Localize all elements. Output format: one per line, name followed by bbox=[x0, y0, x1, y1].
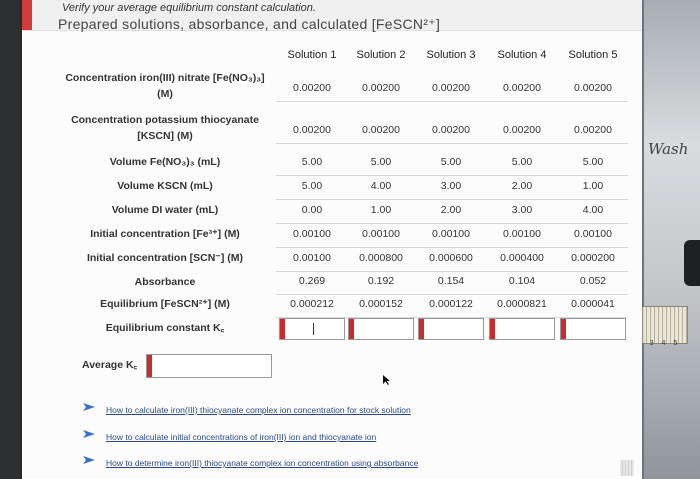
help-link-absorbance[interactable]: How to determine iron(III) thiocyanate c… bbox=[106, 458, 418, 468]
table-cell: 0.00200 bbox=[574, 82, 612, 94]
row-label: Initial concentration [SCN⁻] (M) bbox=[86, 252, 244, 264]
table-cell: 0.00200 bbox=[574, 124, 612, 136]
expand-arrow-icon[interactable] bbox=[82, 402, 96, 412]
table-cell: 0.052 bbox=[579, 275, 607, 287]
table-cell: 0.00100 bbox=[574, 228, 612, 240]
row-label: Concentration iron(III) nitrate [Fe(NO₃)… bbox=[65, 72, 265, 100]
row-divider bbox=[276, 223, 628, 224]
required-flag bbox=[419, 319, 424, 339]
table-cell: 0.000600 bbox=[429, 252, 473, 264]
row-label: Concentration potassium thiocyanate [KSC… bbox=[71, 114, 259, 142]
table-cell: 4.00 bbox=[582, 204, 604, 216]
expand-arrow-icon[interactable] bbox=[82, 429, 96, 439]
table-cell: 5.00 bbox=[301, 156, 323, 168]
assignment-screen: Verify your average equilibrium constant… bbox=[22, 0, 642, 479]
table-cell: 0.269 bbox=[298, 275, 326, 287]
row-divider bbox=[276, 175, 628, 176]
table-cell: 5.00 bbox=[582, 156, 604, 168]
row-label: Equilibrium [FeSCN²⁺] (M) bbox=[100, 298, 230, 310]
help-link-initial-concentrations[interactable]: How to calculate initial concentrations … bbox=[106, 432, 376, 442]
table-cell: 5.00 bbox=[301, 180, 323, 192]
row-divider bbox=[276, 294, 628, 295]
table-cell: 0.00200 bbox=[362, 82, 400, 94]
table-cell: 5.00 bbox=[511, 156, 533, 168]
mouse-cursor-icon bbox=[383, 375, 390, 385]
row-label: Volume KSCN (mL) bbox=[117, 180, 213, 192]
lab-device bbox=[684, 240, 700, 286]
table-cell: 0.00200 bbox=[503, 124, 541, 136]
table-cell: 1.00 bbox=[370, 204, 392, 216]
column-header: Solution 4 bbox=[497, 49, 547, 61]
required-flag bbox=[561, 319, 566, 339]
table-cell: 0.00200 bbox=[362, 124, 400, 136]
average-kc-input[interactable] bbox=[146, 354, 272, 378]
average-kc-label: Average K꜀ bbox=[82, 359, 138, 371]
column-header: Solution 1 bbox=[287, 49, 337, 61]
table-cell: 0.00200 bbox=[432, 124, 470, 136]
wash-bottle-label: Wash bbox=[648, 140, 689, 158]
row-divider bbox=[276, 143, 628, 144]
table-cell: 0.00 bbox=[301, 204, 323, 216]
table-cell: 1.00 bbox=[582, 180, 604, 192]
table-cell: 2.00 bbox=[440, 204, 462, 216]
row-label: Volume DI water (mL) bbox=[111, 204, 219, 216]
required-flag bbox=[280, 319, 285, 339]
table-cell: 3.00 bbox=[440, 180, 462, 192]
kc-input-solution-3[interactable] bbox=[418, 318, 484, 340]
table-cell: 3.00 bbox=[511, 204, 533, 216]
kc-input-solution-1[interactable] bbox=[279, 318, 345, 340]
table-cell: 5.00 bbox=[370, 156, 392, 168]
row-label: Absorbance bbox=[134, 276, 196, 288]
instruction-text: Verify your average equilibrium constant… bbox=[62, 2, 316, 14]
table-cell: 0.0000821 bbox=[497, 298, 547, 310]
row-label: Initial concentration [Fe³⁺] (M) bbox=[90, 228, 240, 240]
table-cell: 2.00 bbox=[511, 180, 533, 192]
required-flag bbox=[490, 319, 495, 339]
row-divider bbox=[276, 247, 628, 248]
table-cell: 0.00200 bbox=[293, 82, 331, 94]
table-cell: 0.00200 bbox=[432, 82, 470, 94]
table-cell: 5.00 bbox=[440, 156, 462, 168]
table-cell: 0.000800 bbox=[359, 252, 403, 264]
section-title: Prepared solutions, absorbance, and calc… bbox=[58, 16, 441, 32]
instruction-accent bbox=[22, 0, 32, 30]
table-cell: 0.00100 bbox=[503, 228, 541, 240]
table-cell: 0.154 bbox=[437, 275, 465, 287]
kc-input-solution-5[interactable] bbox=[560, 318, 626, 340]
row-divider bbox=[276, 271, 628, 272]
table-cell: 0.000152 bbox=[359, 298, 403, 310]
table-cell: 0.000041 bbox=[571, 298, 615, 310]
table-cell: 0.00200 bbox=[293, 124, 331, 136]
table-cell: 0.104 bbox=[508, 275, 536, 287]
table-cell: 0.000212 bbox=[290, 298, 334, 310]
required-flag bbox=[349, 319, 354, 339]
table-cell: 0.000200 bbox=[571, 252, 615, 264]
expand-arrow-icon[interactable] bbox=[82, 455, 96, 465]
required-flag bbox=[147, 355, 152, 377]
kc-input-solution-4[interactable] bbox=[489, 318, 555, 340]
help-link-stock-solution[interactable]: How to calculate iron(III) thiocyanate c… bbox=[106, 405, 411, 415]
table-cell: 4.00 bbox=[370, 180, 392, 192]
table-cell: 0.00100 bbox=[362, 228, 400, 240]
column-header: Solution 2 bbox=[356, 49, 406, 61]
table-cell: 0.00200 bbox=[503, 82, 541, 94]
row-divider bbox=[276, 101, 628, 102]
row-label: Equilibrium constant K꜀ bbox=[105, 322, 225, 334]
column-header: Solution 3 bbox=[426, 49, 476, 61]
row-divider bbox=[276, 199, 628, 200]
table-cell: 0.00100 bbox=[293, 252, 331, 264]
desk-edge bbox=[0, 0, 22, 479]
table-cell: 0.00100 bbox=[293, 228, 331, 240]
table-cell: 0.000122 bbox=[429, 298, 473, 310]
table-cell: 0.192 bbox=[367, 275, 395, 287]
column-header: Solution 5 bbox=[568, 49, 618, 61]
table-cell: 0.00100 bbox=[432, 228, 470, 240]
table-cell: 0.000400 bbox=[500, 252, 544, 264]
text-caret bbox=[313, 323, 314, 335]
row-label: Volume Fe(NO₃)₃ (mL) bbox=[109, 156, 221, 168]
kc-input-solution-2[interactable] bbox=[348, 318, 414, 340]
resize-handle[interactable] bbox=[620, 460, 634, 476]
